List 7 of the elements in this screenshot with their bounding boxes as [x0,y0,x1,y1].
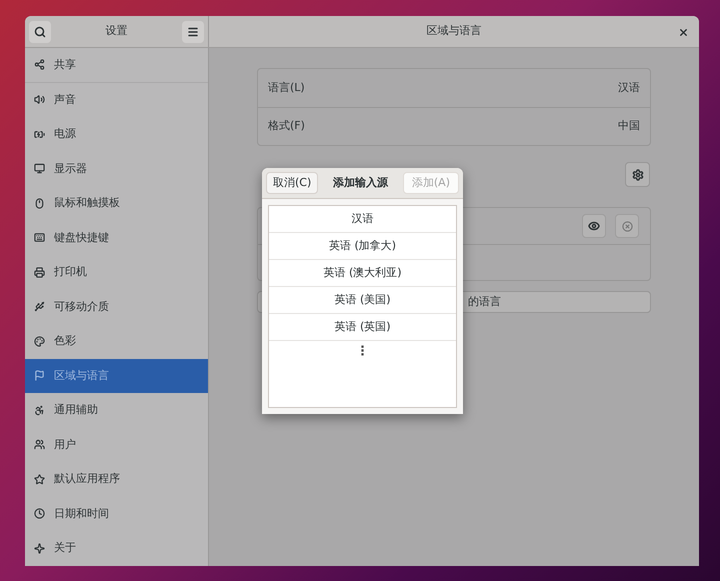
sidebar-title: 设置 [106,23,128,40]
setting-label: 格式(F) [268,118,305,134]
window-title: 区域与语言 [426,23,482,40]
dialog-title: 添加输入源 [333,174,388,191]
setting-value: 中国 [618,118,640,134]
setting-value: 汉语 [618,80,640,96]
setting-label: 语言(L) [268,80,305,96]
